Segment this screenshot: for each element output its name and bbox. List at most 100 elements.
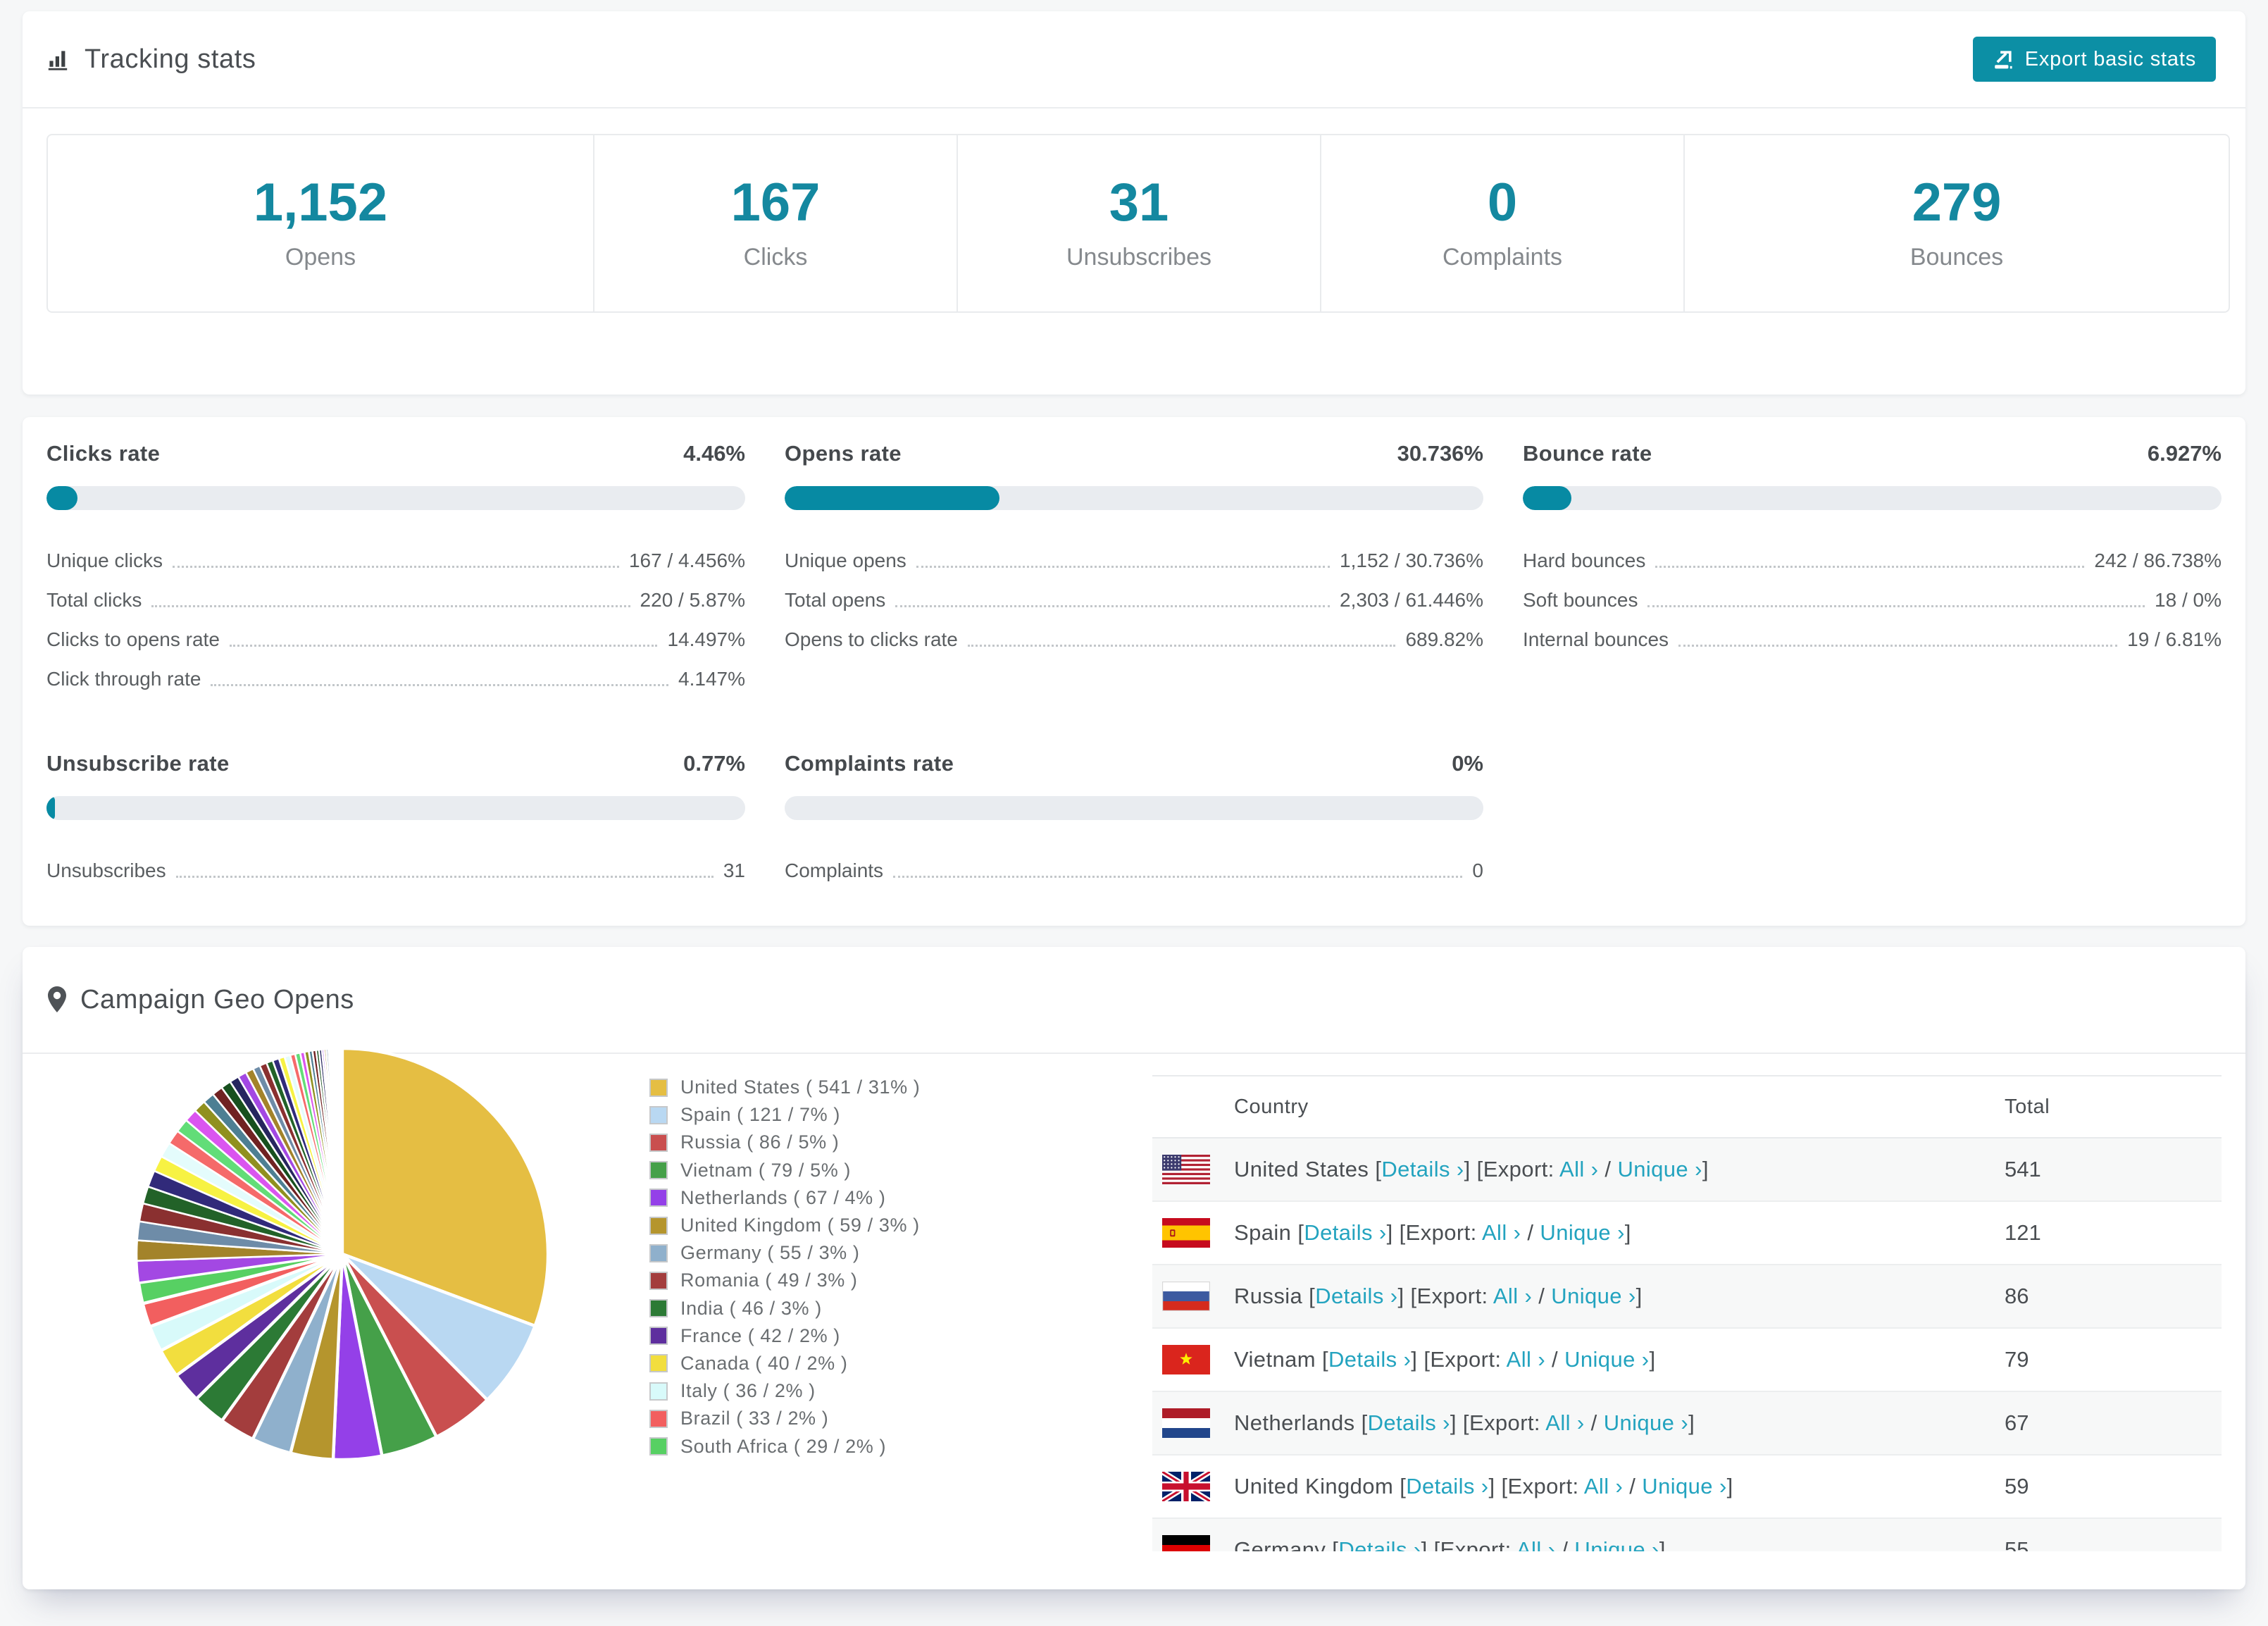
legend-label: Brazil ( 33 / 2% ) xyxy=(680,1408,829,1429)
export-all-link[interactable]: All › xyxy=(1584,1474,1623,1498)
bracket: [ xyxy=(1400,1474,1407,1498)
export-all-link[interactable]: All › xyxy=(1559,1157,1598,1181)
total-cell: 121 xyxy=(2005,1201,2222,1265)
stat-value: 0 xyxy=(1487,172,1518,232)
export-all-link[interactable]: All › xyxy=(1482,1220,1521,1245)
export-all-link[interactable]: All › xyxy=(1545,1410,1584,1435)
export-unique-link[interactable]: Unique › xyxy=(1617,1157,1702,1181)
bracket: ] xyxy=(1635,1284,1643,1308)
export-label: Export: xyxy=(1507,1474,1584,1498)
rate-section-header: Complaints rate 0% xyxy=(785,751,1483,776)
rate-value: 30.736% xyxy=(1397,441,1483,466)
country-name: Germany xyxy=(1234,1537,1333,1551)
rate-detail-value: 242 / 86.738% xyxy=(2094,550,2222,571)
legend-label: Spain ( 121 / 7% ) xyxy=(680,1104,840,1126)
legend-label: Canada ( 40 / 2% ) xyxy=(680,1352,848,1374)
dotted-leader xyxy=(916,566,1331,568)
stat-box-opens: 1,152 Opens xyxy=(48,135,593,311)
bracket: [ xyxy=(1297,1220,1304,1245)
dotted-leader xyxy=(1647,605,2145,607)
details-link[interactable]: Details › xyxy=(1328,1347,1411,1372)
legend-item-india[interactable]: India ( 46 / 3% ) xyxy=(649,1295,920,1322)
export-unique-link[interactable]: Unique › xyxy=(1551,1284,1635,1308)
details-link[interactable]: Details › xyxy=(1406,1474,1488,1498)
legend-item-canada[interactable]: Canada ( 40 / 2% ) xyxy=(649,1350,920,1377)
details-link[interactable]: Details › xyxy=(1338,1537,1421,1551)
geo-opens-pie-chart[interactable] xyxy=(134,1045,551,1463)
bracket: ] [ xyxy=(1450,1410,1469,1435)
legend-item-south-africa[interactable]: South Africa ( 29 / 2% ) xyxy=(649,1432,920,1460)
geo-opens-header: Campaign Geo Opens xyxy=(23,947,2245,1054)
legend-label: France ( 42 / 2% ) xyxy=(680,1324,840,1346)
country-cell: Netherlands [Details ›] [Export: All › /… xyxy=(1152,1391,2005,1456)
legend-item-united-states[interactable]: United States ( 541 / 31% ) xyxy=(649,1074,920,1101)
stat-label: Clicks xyxy=(743,243,808,271)
legend-item-romania[interactable]: Romania ( 49 / 3% ) xyxy=(649,1267,920,1294)
export-all-link[interactable]: All › xyxy=(1493,1284,1532,1308)
export-icon xyxy=(1993,49,2014,70)
rate-section-header: Unsubscribe rate 0.77% xyxy=(46,751,745,776)
bracket: ] xyxy=(1624,1220,1631,1245)
geo-table-row-es: Spain [Details ›] [Export: All › / Uniqu… xyxy=(1152,1201,2222,1265)
legend-swatch xyxy=(649,1243,668,1262)
geo-table-wrapper: Country Total United States [Details ›] … xyxy=(1152,1075,2222,1551)
tracking-stats-card: Tracking stats Export basic stats 1,152 O… xyxy=(23,11,2245,395)
rate-detail-row: Unique clicks 167 / 4.456% xyxy=(46,534,745,573)
rate-detail-label: Opens to clicks rate xyxy=(785,628,958,650)
rate-section-header: Opens rate 30.736% xyxy=(785,441,1483,466)
rate-section-header: Bounce rate 6.927% xyxy=(1523,441,2222,466)
separator: / xyxy=(1623,1474,1643,1498)
bracket: [ xyxy=(1309,1284,1316,1308)
dotted-leader xyxy=(893,876,1463,878)
rate-section-clicks-rate: Clicks rate 4.46% Unique clicks 167 / 4.456… xyxy=(46,441,745,692)
rate-detail-value: 2,303 / 61.446% xyxy=(1340,589,1483,611)
legend-label: Netherlands ( 67 / 4% ) xyxy=(680,1186,886,1208)
rate-detail-row: Opens to clicks rate 689.82% xyxy=(785,613,1483,652)
legend-item-germany[interactable]: Germany ( 55 / 3% ) xyxy=(649,1239,920,1267)
legend-item-france[interactable]: France ( 42 / 2% ) xyxy=(649,1322,920,1350)
legend-item-russia[interactable]: Russia ( 86 / 5% ) xyxy=(649,1129,920,1156)
legend-item-spain[interactable]: Spain ( 121 / 7% ) xyxy=(649,1101,920,1129)
legend-swatch xyxy=(649,1161,668,1180)
tracking-stats-header: Tracking stats Export basic stats xyxy=(23,11,2245,108)
export-unique-link[interactable]: Unique › xyxy=(1604,1410,1688,1435)
progress-bar-fill xyxy=(1523,486,1571,510)
legend-item-netherlands[interactable]: Netherlands ( 67 / 4% ) xyxy=(649,1184,920,1212)
rate-detail-label: Click through rate xyxy=(46,668,201,690)
rates-grid: Clicks rate 4.46% Unique clicks 167 / 4.456… xyxy=(23,417,2245,883)
geo-table-row-de: Germany [Details ›] [Export: All › / Uni… xyxy=(1152,1518,2222,1551)
export-unique-link[interactable]: Unique › xyxy=(1540,1220,1624,1245)
export-button-label: Export basic stats xyxy=(2024,47,2196,70)
export-unique-link[interactable]: Unique › xyxy=(1642,1474,1726,1498)
details-link[interactable]: Details › xyxy=(1304,1220,1386,1245)
legend-swatch xyxy=(649,1133,668,1152)
flag-icon-es xyxy=(1162,1218,1210,1248)
export-unique-link[interactable]: Unique › xyxy=(1574,1537,1659,1551)
flag-icon-us xyxy=(1162,1155,1210,1184)
dotted-leader xyxy=(151,605,630,607)
export-label: Export: xyxy=(1483,1157,1559,1181)
export-basic-stats-button[interactable]: Export basic stats xyxy=(1972,37,2216,82)
geo-table-row-ru: Russia [Details ›] [Export: All › / Uniq… xyxy=(1152,1265,2222,1329)
dotted-leader xyxy=(1655,566,2085,568)
export-all-link[interactable]: All › xyxy=(1507,1347,1545,1372)
stat-label: Opens xyxy=(285,243,356,271)
export-all-link[interactable]: All › xyxy=(1516,1537,1555,1551)
rate-detail-row: Total clicks 220 / 5.87% xyxy=(46,573,745,613)
details-link[interactable]: Details › xyxy=(1381,1157,1464,1181)
rate-title: Opens rate xyxy=(785,441,902,466)
progress-bar-track xyxy=(785,796,1483,820)
legend-item-brazil[interactable]: Brazil ( 33 / 2% ) xyxy=(649,1405,920,1432)
legend-label: Vietnam ( 79 / 5% ) xyxy=(680,1159,852,1181)
country-cell: Vietnam [Details ›] [Export: All › / Uni… xyxy=(1152,1328,2005,1392)
stat-box-unsubscribes: 31 Unsubscribes xyxy=(957,135,1320,311)
legend-item-united-kingdom[interactable]: United Kingdom ( 59 / 3% ) xyxy=(649,1212,920,1239)
details-link[interactable]: Details › xyxy=(1315,1284,1397,1308)
dotted-leader xyxy=(229,645,658,647)
details-link[interactable]: Details › xyxy=(1368,1410,1450,1435)
legend-item-italy[interactable]: Italy ( 36 / 2% ) xyxy=(649,1377,920,1405)
legend-label: Russia ( 86 / 5% ) xyxy=(680,1131,840,1153)
export-unique-link[interactable]: Unique › xyxy=(1564,1347,1649,1372)
legend-item-vietnam[interactable]: Vietnam ( 79 / 5% ) xyxy=(649,1157,920,1184)
rate-detail-label: Soft bounces xyxy=(1523,589,1638,611)
